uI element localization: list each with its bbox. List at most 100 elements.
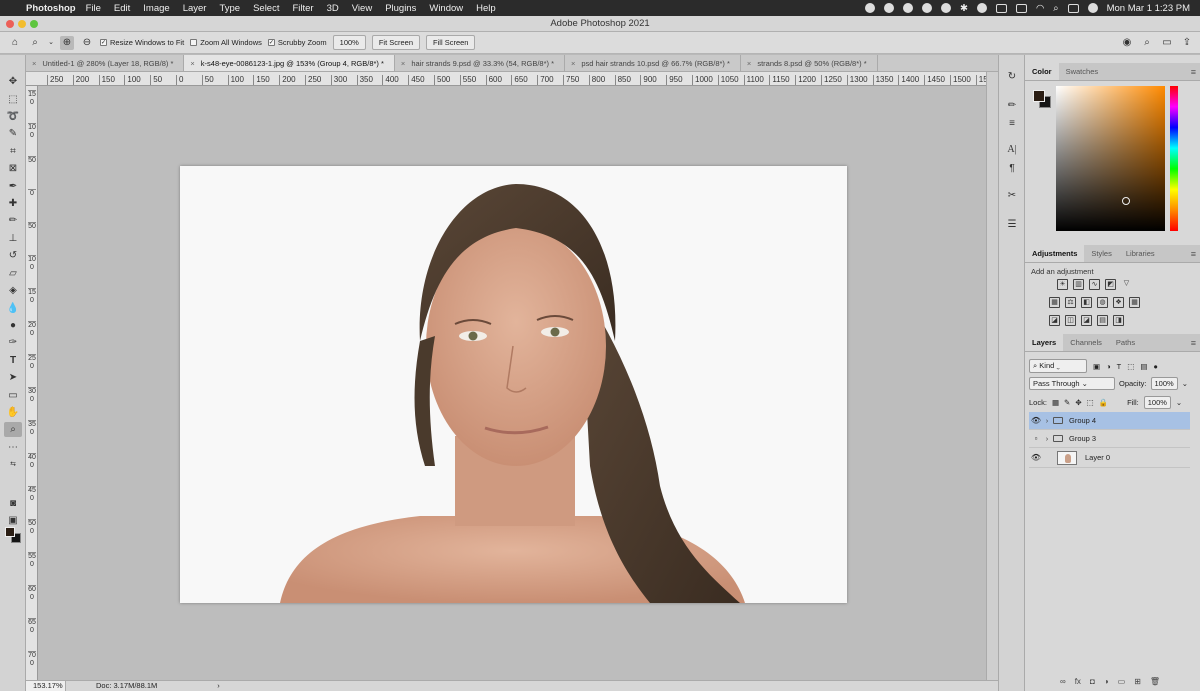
swap-colors-icon[interactable]: ⇆ bbox=[4, 457, 22, 472]
scrubby-zoom-checkbox[interactable]: ✓ bbox=[267, 39, 275, 46]
lock-artboard-icon[interactable]: ⬚ bbox=[1087, 398, 1094, 407]
threshold-icon[interactable]: ◪ bbox=[1081, 315, 1092, 326]
lock-pixels-icon[interactable]: ✎ bbox=[1064, 398, 1070, 407]
frame-tool-icon[interactable]: ⊠ bbox=[4, 161, 22, 176]
zoom-in-icon[interactable]: ⊕ bbox=[60, 35, 74, 50]
workspace-icon[interactable]: ▭ bbox=[1160, 36, 1174, 50]
fill-dropdown-icon[interactable]: ⌄ bbox=[1176, 398, 1182, 407]
minimize-window-button[interactable] bbox=[18, 20, 26, 28]
path-selection-tool-icon[interactable]: ➤ bbox=[4, 370, 22, 385]
app-menu[interactable]: Photoshop bbox=[26, 3, 76, 14]
visibility-eye-icon[interactable]: 👁 bbox=[1029, 416, 1043, 425]
search-icon[interactable]: ⌕ bbox=[1140, 36, 1154, 50]
opacity-dropdown-icon[interactable]: ⌄ bbox=[1182, 379, 1188, 388]
screen-mode-icon[interactable]: ▣ bbox=[4, 513, 22, 528]
paragraph-panel-icon[interactable]: ¶ bbox=[1004, 162, 1020, 176]
color-lookup-icon[interactable]: ▦ bbox=[1129, 297, 1140, 308]
new-layer-icon[interactable]: ⊞ bbox=[1134, 677, 1141, 686]
tab-layers[interactable]: Layers bbox=[1025, 334, 1064, 351]
canvas-area[interactable] bbox=[38, 86, 986, 680]
keyboard-icon[interactable] bbox=[995, 3, 1007, 13]
color-picker-ring[interactable] bbox=[1122, 197, 1130, 205]
panel-menu-icon[interactable]: ≡ bbox=[1191, 334, 1196, 352]
battery-icon[interactable] bbox=[1015, 3, 1027, 13]
healing-brush-tool-icon[interactable]: ✚ bbox=[4, 196, 22, 211]
history-brush-tool-icon[interactable]: ↺ bbox=[4, 248, 22, 263]
cc-sync-icon[interactable] bbox=[902, 3, 913, 13]
gradient-map-icon[interactable]: ▤ bbox=[1097, 315, 1108, 326]
pen-tool-icon[interactable]: ✑ bbox=[4, 335, 22, 350]
close-tab-icon[interactable]: × bbox=[747, 59, 751, 68]
close-tab-icon[interactable]: × bbox=[571, 59, 575, 68]
tab-hair-strands-10[interactable]: × psd hair strands 10.psd @ 66.7% (RGB/8*… bbox=[565, 55, 741, 71]
history-panel-icon[interactable]: ↻ bbox=[1004, 70, 1020, 84]
visibility-off-icon[interactable]: ▫ bbox=[1029, 434, 1043, 443]
tab-swatches[interactable]: Swatches bbox=[1059, 63, 1106, 80]
lasso-tool-icon[interactable]: ➰ bbox=[4, 109, 22, 124]
export-icon[interactable]: ⇪ bbox=[1180, 36, 1194, 50]
selective-color-icon[interactable]: ◨ bbox=[1113, 315, 1124, 326]
filter-adjustment-icon[interactable]: ◑ bbox=[1106, 362, 1111, 371]
vibrance-icon[interactable]: ▽ bbox=[1121, 279, 1132, 290]
levels-icon[interactable]: ▥ bbox=[1073, 279, 1084, 290]
lock-all-icon[interactable]: 🔒 bbox=[1099, 398, 1108, 407]
fill-screen-button[interactable]: Fill Screen bbox=[426, 35, 476, 50]
quick-mask-icon[interactable]: ◙ bbox=[4, 496, 22, 511]
layer-filter-select[interactable]: ⌕ Kind ⌄ bbox=[1029, 359, 1087, 373]
curves-icon[interactable]: ∿ bbox=[1089, 279, 1100, 290]
layer-name[interactable]: Group 4 bbox=[1069, 416, 1096, 425]
color-balance-icon[interactable]: ⚖ bbox=[1065, 297, 1076, 308]
add-mask-icon[interactable]: ◘ bbox=[1090, 677, 1095, 686]
search-icon[interactable]: ⌕ bbox=[1053, 3, 1058, 14]
tab-hair-strands-9[interactable]: × hair strands 9.psd @ 33.3% (54, RGB/8*)… bbox=[395, 55, 565, 71]
brush-settings-icon[interactable]: ✏ bbox=[1004, 99, 1020, 113]
tab-channels[interactable]: Channels bbox=[1063, 334, 1109, 351]
zoom-tool-preset-icon[interactable]: ⌕ bbox=[28, 36, 42, 50]
cloud-icon[interactable] bbox=[883, 3, 894, 13]
resize-windows-option[interactable]: ✓ Resize Windows to Fit bbox=[100, 38, 184, 47]
marquee-tool-icon[interactable]: ⬚ bbox=[4, 92, 22, 107]
new-group-icon[interactable]: ▭ bbox=[1118, 677, 1126, 686]
brush-presets-icon[interactable]: ≡ bbox=[1004, 117, 1020, 131]
quick-select-tool-icon[interactable]: ✎ bbox=[4, 126, 22, 141]
zoom-level-field[interactable]: 153.17% bbox=[26, 681, 66, 691]
fit-screen-button[interactable]: Fit Screen bbox=[371, 35, 421, 50]
layer-name[interactable]: Group 3 bbox=[1069, 434, 1096, 443]
chevron-right-icon[interactable]: › bbox=[1043, 416, 1051, 425]
scrubby-zoom-option[interactable]: ✓ Scrubby Zoom bbox=[267, 38, 327, 47]
menu-help[interactable]: Help bbox=[476, 3, 496, 14]
tab-adjustments[interactable]: Adjustments bbox=[1025, 245, 1085, 262]
menu-window[interactable]: Window bbox=[429, 3, 463, 14]
tab-eye-jpg[interactable]: × k-s48-eye-0086123-1.jpg @ 153% (Group 4… bbox=[184, 55, 395, 71]
black-white-icon[interactable]: ◧ bbox=[1081, 297, 1092, 308]
zoom-all-option[interactable]: Zoom All Windows bbox=[190, 38, 262, 47]
channel-mixer-icon[interactable]: ❖ bbox=[1113, 297, 1124, 308]
tab-color[interactable]: Color bbox=[1025, 63, 1059, 80]
status-menu-arrow[interactable]: › bbox=[217, 681, 220, 691]
foreground-color-swatch[interactable] bbox=[5, 527, 15, 537]
menu-file[interactable]: File bbox=[86, 3, 101, 14]
color-field[interactable] bbox=[1056, 86, 1165, 231]
invert-icon[interactable]: ◪ bbox=[1049, 315, 1060, 326]
bluetooth-icon[interactable]: ✱ bbox=[960, 3, 968, 14]
link-layers-icon[interactable]: ∞ bbox=[1060, 677, 1066, 686]
document-canvas[interactable] bbox=[180, 166, 847, 603]
layer-row-group-3[interactable]: ▫ › Group 3 bbox=[1029, 430, 1190, 448]
horizontal-ruler[interactable]: 250 200 150 100 50 0 50 100 150 200 250 300 350 400 45… bbox=[26, 72, 986, 86]
hue-saturation-icon[interactable]: ▦ bbox=[1049, 297, 1060, 308]
type-tool-icon[interactable]: T bbox=[4, 353, 22, 368]
fill-input[interactable]: 100% bbox=[1143, 396, 1171, 409]
siri-icon[interactable] bbox=[1087, 3, 1098, 13]
menu-layer[interactable]: Layer bbox=[183, 3, 207, 14]
tab-libraries[interactable]: Libraries bbox=[1119, 245, 1162, 262]
tab-strands-8[interactable]: × strands 8.psd @ 50% (RGB/8*) * bbox=[741, 55, 878, 71]
tab-paths[interactable]: Paths bbox=[1109, 334, 1142, 351]
filter-smart-object-icon[interactable]: ▤ bbox=[1140, 362, 1147, 371]
vertical-scrollbar[interactable] bbox=[986, 72, 998, 680]
filter-pixel-icon[interactable]: ▣ bbox=[1093, 362, 1100, 371]
blend-mode-select[interactable]: Pass Through ⌄ bbox=[1029, 377, 1115, 390]
brush-tool-icon[interactable]: ✏ bbox=[4, 213, 22, 228]
arrow-circle-icon[interactable] bbox=[976, 3, 987, 13]
new-adjustment-icon[interactable]: ◑ bbox=[1104, 677, 1109, 686]
vertical-ruler[interactable]: 150 100 50 0 50 100 150 200 250 300 350 400 450 500 55… bbox=[26, 86, 38, 680]
